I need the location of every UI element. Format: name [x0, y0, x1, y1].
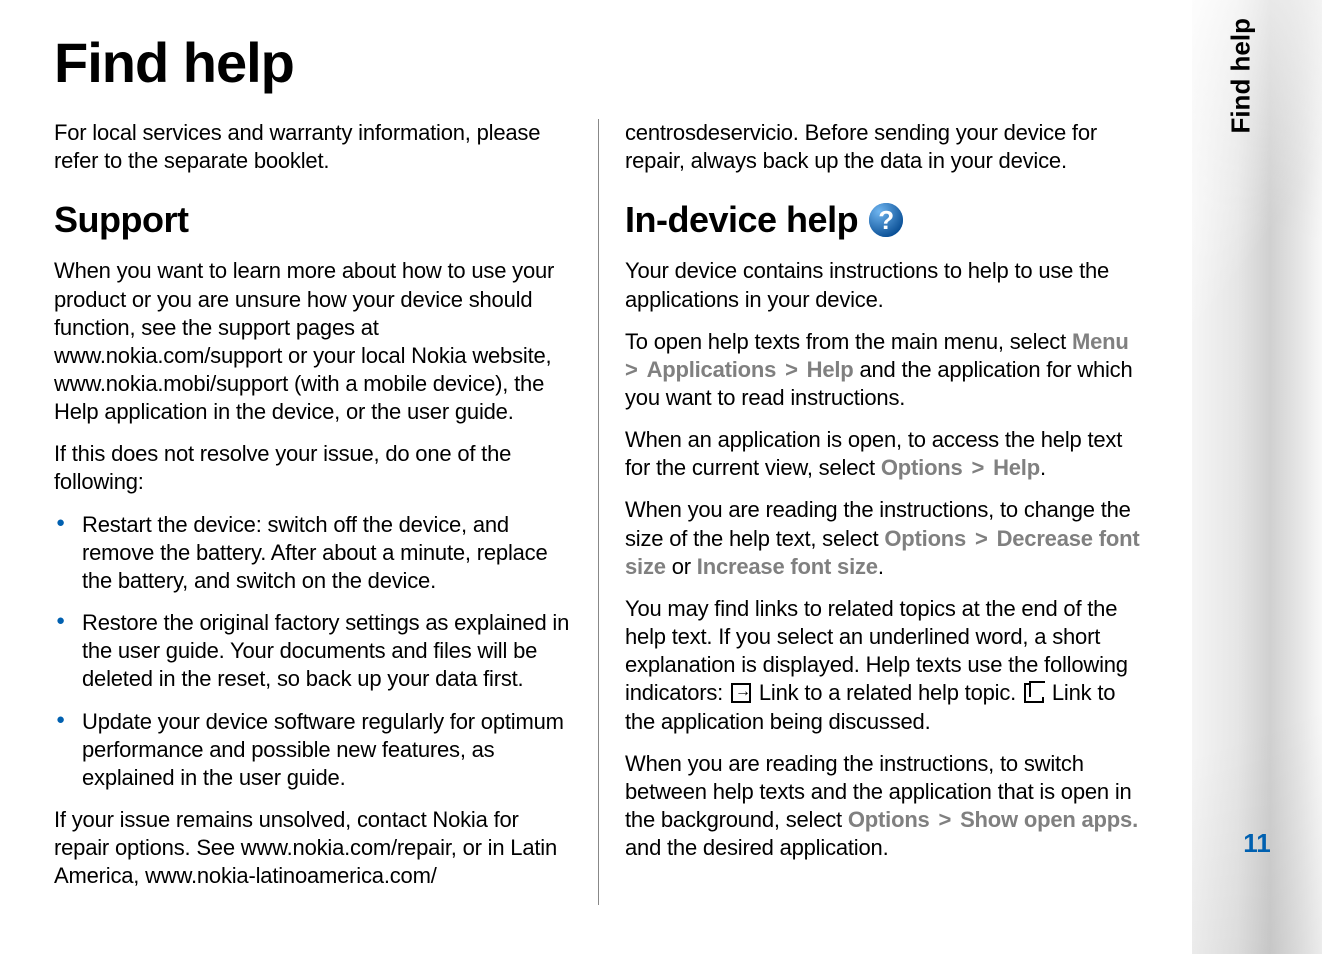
support-p3: If your issue remains unsolved, contact … [54, 806, 572, 890]
menu-path-increase-font: Increase font size [697, 554, 878, 579]
page-title: Find help [54, 30, 1192, 95]
separator: > [930, 807, 960, 832]
menu-path-options: Options [884, 526, 966, 551]
link-topic-icon [731, 683, 751, 703]
help-icon: ? [868, 202, 904, 238]
sidebar-section-title: Find help [1226, 18, 1257, 134]
page-number: 11 [1192, 828, 1322, 859]
text: and the desired application. [625, 835, 888, 860]
indevice-p5: You may find links to related topics at … [625, 595, 1144, 736]
support-bullets: Restart the device: switch off the devic… [54, 511, 572, 792]
menu-path-help: Help [993, 455, 1040, 480]
separator: > [776, 357, 806, 382]
support-p1: When you want to learn more about how to… [54, 257, 572, 426]
indevice-heading: In-device help ? [625, 197, 1144, 243]
page-sidebar: Find help 11 [1192, 0, 1322, 954]
indevice-p3: When an application is open, to access t… [625, 426, 1144, 482]
column-left: For local services and warranty informat… [54, 119, 599, 905]
separator: > [963, 455, 993, 480]
col2-top: centrosdeservicio. Before sending your d… [625, 119, 1144, 175]
intro-text: For local services and warranty informat… [54, 119, 572, 175]
menu-path-options: Options [848, 807, 930, 832]
indevice-p1: Your device contains instructions to hel… [625, 257, 1144, 313]
menu-path-show-open-apps: Show open apps. [960, 807, 1138, 832]
menu-path-menu: Menu [1072, 329, 1129, 354]
support-p2: If this does not resolve your issue, do … [54, 440, 572, 496]
svg-text:?: ? [878, 205, 893, 235]
text: or [666, 554, 697, 579]
text: To open help texts from the main menu, s… [625, 329, 1072, 354]
text: Link to a related help topic. [753, 680, 1022, 705]
indevice-heading-text: In-device help [625, 197, 858, 243]
link-app-icon [1024, 683, 1044, 703]
list-item: Update your device software regularly fo… [54, 708, 572, 792]
list-item: Restart the device: switch off the devic… [54, 511, 572, 595]
column-right: centrosdeservicio. Before sending your d… [599, 119, 1144, 905]
menu-path-help: Help [807, 357, 854, 382]
separator: > [966, 526, 996, 551]
list-item: Restore the original factory settings as… [54, 609, 572, 693]
text: . [878, 554, 884, 579]
indevice-p2: To open help texts from the main menu, s… [625, 328, 1144, 412]
indevice-p4: When you are reading the instructions, t… [625, 496, 1144, 580]
text: When an application is open, to access t… [625, 427, 1122, 480]
menu-path-applications: Applications [647, 357, 777, 382]
text: . [1040, 455, 1046, 480]
menu-path-options: Options [881, 455, 963, 480]
indevice-p6: When you are reading the instructions, t… [625, 750, 1144, 863]
support-heading: Support [54, 197, 572, 243]
